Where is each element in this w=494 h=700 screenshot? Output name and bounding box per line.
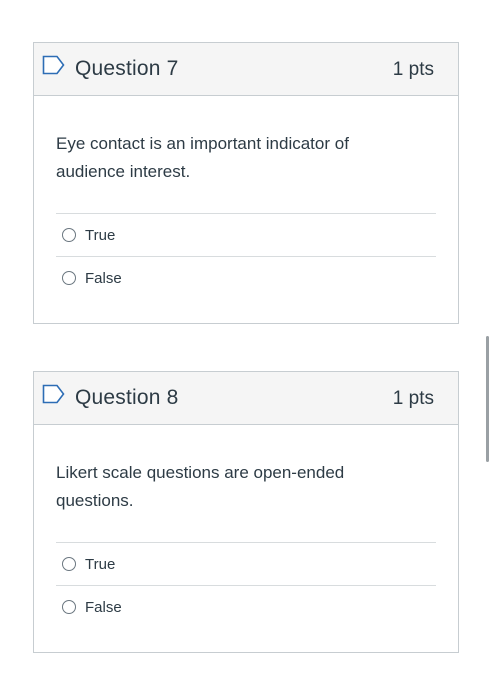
question-points: 1 pts	[392, 388, 434, 409]
answer-list: True False	[56, 542, 436, 628]
question-title: Question 7	[75, 57, 179, 80]
flag-icon[interactable]	[42, 55, 66, 75]
answer-label[interactable]: True	[85, 227, 115, 244]
question-body: Likert scale questions are open-ended qu…	[56, 425, 436, 628]
question-header: Question 7 1 pts	[34, 43, 458, 96]
answer-label[interactable]: False	[85, 599, 122, 616]
radio-button[interactable]	[62, 600, 76, 614]
flag-icon[interactable]	[42, 384, 66, 404]
answer-label[interactable]: True	[85, 556, 115, 573]
question-card: Question 7 1 pts Eye contact is an impor…	[33, 42, 459, 324]
answer-option-true[interactable]: True	[56, 542, 436, 585]
question-header: Question 8 1 pts	[34, 372, 458, 425]
answer-list: True False	[56, 213, 436, 299]
radio-button[interactable]	[62, 228, 76, 242]
question-text: Likert scale questions are open-ended qu…	[56, 463, 345, 510]
question-points: 1 pts	[392, 59, 434, 80]
answer-label[interactable]: False	[85, 270, 122, 287]
question-title: Question 8	[75, 386, 179, 409]
answer-option-false[interactable]: False	[56, 585, 436, 628]
scrollbar[interactable]	[486, 336, 489, 462]
question-text: Eye contact is an important indicator of…	[56, 134, 349, 181]
quiz-page: Question 7 1 pts Eye contact is an impor…	[0, 0, 494, 700]
question-body: Eye contact is an important indicator of…	[56, 96, 436, 299]
answer-option-false[interactable]: False	[56, 256, 436, 299]
radio-button[interactable]	[62, 557, 76, 571]
radio-button[interactable]	[62, 271, 76, 285]
question-card: Question 8 1 pts Likert scale questions …	[33, 371, 459, 653]
answer-option-true[interactable]: True	[56, 213, 436, 256]
